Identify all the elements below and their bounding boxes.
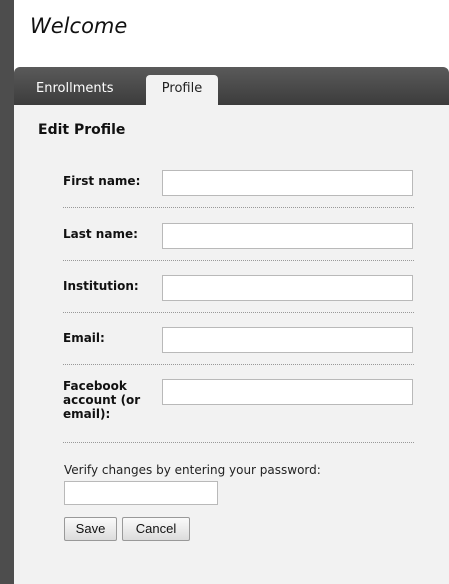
last-name-input[interactable] [162, 223, 413, 249]
save-button[interactable]: Save [64, 517, 117, 541]
page-title: Welcome [30, 14, 128, 38]
divider [63, 260, 414, 261]
email-label: Email: [63, 331, 105, 345]
divider [63, 364, 414, 365]
password-input[interactable] [64, 481, 218, 505]
first-name-label: First name: [63, 174, 141, 188]
last-name-label: Last name: [63, 227, 138, 241]
first-name-input[interactable] [162, 170, 413, 196]
verify-password-label: Verify changes by entering your password… [64, 463, 321, 477]
divider [63, 442, 414, 443]
institution-label: Institution: [63, 279, 139, 293]
divider [63, 207, 414, 208]
institution-input[interactable] [162, 275, 413, 301]
tab-profile[interactable]: Profile [146, 75, 218, 105]
edit-profile-heading: Edit Profile [38, 122, 126, 138]
profile-panel: Enrollments Profile Edit Profile First n… [14, 67, 449, 584]
cancel-button[interactable]: Cancel [122, 517, 190, 541]
tab-bar: Enrollments Profile [14, 67, 449, 105]
divider [63, 312, 414, 313]
facebook-label: Facebook account (or email): [63, 379, 141, 421]
tab-enrollments[interactable]: Enrollments [26, 75, 123, 105]
facebook-input[interactable] [162, 379, 413, 405]
email-input[interactable] [162, 327, 413, 353]
